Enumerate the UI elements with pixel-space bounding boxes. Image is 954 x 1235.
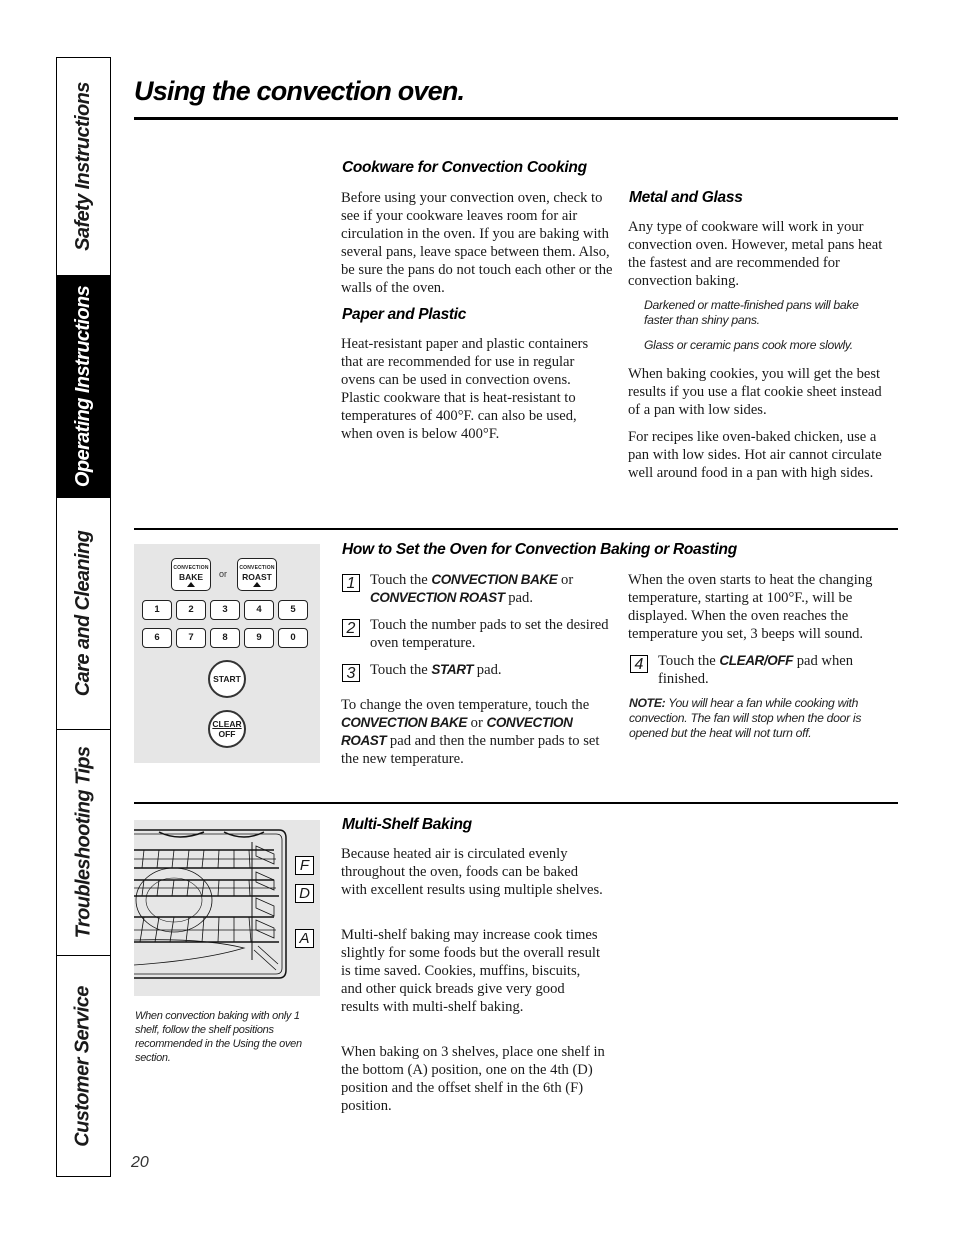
- metal-glass-note-darkened: Darkened or matte-finished pans will bak…: [644, 298, 859, 327]
- convection-bake-pad: CONVECTION BAKE: [171, 558, 211, 591]
- tab-label: Troubleshooting Tips: [72, 746, 95, 939]
- tab-label: Customer Service: [72, 985, 95, 1147]
- multi-shelf-paragraph-3: When baking on 3 shelves, place one shel…: [341, 1044, 605, 1114]
- section-tabs: Safety Instructions Operating Instructio…: [56, 57, 111, 1177]
- page-number: 20: [131, 1154, 149, 1171]
- control-panel-illustration: CONVECTION BAKE or CONVECTION ROAST 1 2 …: [134, 544, 320, 763]
- number-pad-3: 3: [210, 600, 240, 620]
- pad-small-label: CONVECTION: [173, 565, 209, 571]
- step-number: 1: [342, 574, 360, 592]
- number-pad-1: 1: [142, 600, 172, 620]
- number-pad-5: 5: [278, 600, 308, 620]
- multi-shelf-heading: Multi-Shelf Baking: [342, 816, 472, 833]
- fan-note: NOTE: You will hear a fan while cooking …: [629, 696, 891, 741]
- metal-glass-body: Any type of cookware will work in your c…: [628, 219, 883, 289]
- paper-plastic-body: Heat-resistant paper and plastic contain…: [341, 336, 589, 442]
- shelf-label-d: D: [295, 884, 314, 903]
- text: Touch the: [370, 572, 432, 588]
- clear-label: CLEAR: [212, 719, 242, 729]
- tab-label: Care and Cleaning: [72, 530, 94, 697]
- start-pad: START: [208, 660, 246, 698]
- step-text: Touch the CONVECTION BAKE or CONVECTION …: [370, 571, 612, 607]
- pad-big-label: BAKE: [178, 572, 204, 582]
- keyword: CONVECTION ROAST: [370, 590, 505, 605]
- multi-shelf-paragraph-1: Because heated air is circulated evenly …: [341, 846, 603, 898]
- keyword: CONVECTION BAKE: [341, 715, 468, 730]
- number-pad-9: 9: [244, 628, 274, 648]
- off-label: OFF: [218, 729, 236, 739]
- arrow-up-icon: [187, 582, 195, 587]
- step-text: Touch the number pads to set the desired…: [370, 617, 609, 651]
- step-4: 4 Touch the CLEAR/OFF pad when finished.: [630, 652, 890, 688]
- section-divider: [134, 528, 898, 530]
- number-pad-2: 2: [176, 600, 206, 620]
- page-title: Using the convection oven.: [134, 76, 465, 106]
- keyword: START: [431, 662, 474, 677]
- text: To change the oven temperature, touch th…: [341, 697, 590, 713]
- number-pad-7: 7: [176, 628, 206, 648]
- chicken-paragraph: For recipes like oven-baked chicken, use…: [628, 429, 882, 481]
- text: pad.: [473, 662, 502, 678]
- tab-label: Operating Instructions: [72, 285, 95, 488]
- text: or: [467, 715, 487, 731]
- step-number: 3: [342, 664, 360, 682]
- or-label: or: [219, 569, 228, 579]
- oven-shelves-illustration: F D A: [134, 820, 320, 996]
- step-number: 4: [630, 655, 648, 673]
- title-rule: [134, 117, 898, 120]
- start-label: START: [213, 674, 241, 684]
- paper-plastic-heading: Paper and Plastic: [342, 306, 467, 323]
- multi-shelf-paragraph-2: Multi-shelf baking may increase cook tim…: [341, 927, 600, 1015]
- step-text: Touch the START pad.: [370, 661, 502, 679]
- clear-off-pad: CLEAR OFF: [208, 710, 246, 748]
- number-pad-0: 0: [278, 628, 308, 648]
- step-number: 2: [342, 619, 360, 637]
- tab-label: Safety Instructions: [72, 82, 95, 251]
- metal-glass-heading: Metal and Glass: [629, 189, 743, 206]
- how-to-heading: How to Set the Oven for Convection Bakin…: [342, 541, 737, 558]
- shelf-caption: When convection baking with only 1 shelf…: [135, 1010, 302, 1064]
- tab-troubleshooting-tips[interactable]: Troubleshooting Tips: [57, 730, 110, 956]
- cookware-heading: Cookware for Convection Cooking: [342, 159, 587, 176]
- shelf-label-f: F: [295, 856, 314, 875]
- number-pad-6: 6: [142, 628, 172, 648]
- arrow-up-icon: [253, 582, 261, 587]
- tab-operating-instructions[interactable]: Operating Instructions: [57, 276, 110, 498]
- section-divider: [134, 802, 898, 804]
- change-temperature-paragraph: To change the oven temperature, touch th…: [341, 696, 609, 768]
- tab-safety-instructions[interactable]: Safety Instructions: [57, 58, 110, 276]
- cookies-paragraph: When baking cookies, you will get the be…: [628, 366, 882, 418]
- pad-small-label: CONVECTION: [239, 565, 275, 571]
- step-3: 3 Touch the START pad.: [342, 661, 612, 682]
- keyword: CLEAR/OFF: [719, 653, 794, 668]
- number-pad-8: 8: [210, 628, 240, 648]
- oven-interior-drawing: [134, 829, 287, 979]
- tab-care-and-cleaning[interactable]: Care and Cleaning: [57, 498, 110, 730]
- shelf-label-a: A: [295, 929, 314, 948]
- heating-paragraph: When the oven starts to heat the changin…: [628, 572, 873, 642]
- text: or: [557, 572, 574, 588]
- text: Touch the: [370, 662, 432, 678]
- step-2: 2 Touch the number pads to set the desir…: [342, 616, 612, 652]
- metal-glass-note-glass: Glass or ceramic pans cook more slowly.: [644, 338, 853, 352]
- step-text: Touch the CLEAR/OFF pad when finished.: [658, 652, 890, 688]
- step-1: 1 Touch the CONVECTION BAKE or CONVECTIO…: [342, 571, 612, 607]
- note-label: NOTE:: [629, 696, 666, 710]
- text: pad.: [504, 590, 533, 606]
- convection-roast-pad: CONVECTION ROAST: [237, 558, 277, 591]
- cookware-body: Before using your convection oven, check…: [341, 190, 613, 296]
- text: Touch the: [658, 653, 720, 669]
- tab-customer-service[interactable]: Customer Service: [57, 956, 110, 1176]
- pad-big-label: ROAST: [242, 572, 272, 582]
- keyword: CONVECTION BAKE: [431, 572, 558, 587]
- number-pad-4: 4: [244, 600, 274, 620]
